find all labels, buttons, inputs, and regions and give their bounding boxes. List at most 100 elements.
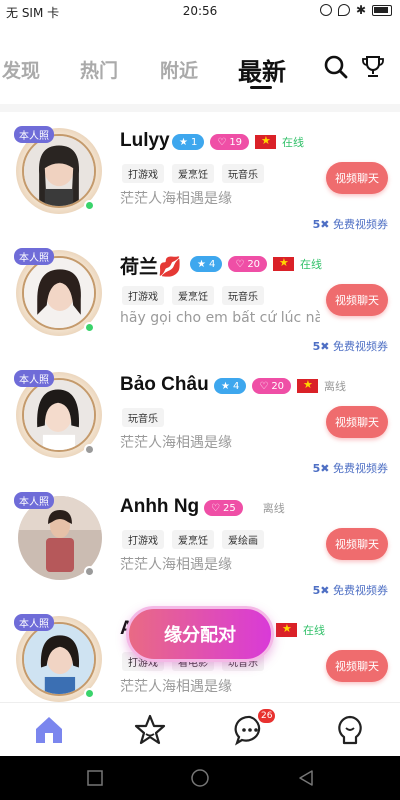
signature: 茫茫人海相遇是缘 xyxy=(120,679,232,695)
tab-popular[interactable]: 热门 xyxy=(80,56,118,83)
profile-icon[interactable] xyxy=(333,713,367,747)
signature: 茫茫人海相遇是缘 xyxy=(120,191,232,207)
video-chat-button[interactable]: 视频聊天 xyxy=(326,162,388,194)
online-indicator xyxy=(84,200,95,211)
unread-badge: 26 xyxy=(258,709,276,723)
tag: 爱烹饪 xyxy=(172,164,214,183)
avatar xyxy=(22,256,96,330)
voucher-count: 5 xyxy=(312,462,321,475)
star-icon[interactable] xyxy=(133,713,167,747)
avatar xyxy=(22,622,96,696)
level-value: 4 xyxy=(232,380,240,392)
divider xyxy=(0,104,400,112)
avatar xyxy=(22,378,96,452)
online-indicator xyxy=(84,688,95,699)
real-photo-badge: 本人照 xyxy=(14,614,54,631)
location-icon xyxy=(337,4,350,16)
vietnam-flag-icon xyxy=(273,256,295,271)
vietnam-flag-icon xyxy=(255,134,277,149)
tab-nearby[interactable]: 附近 xyxy=(160,56,198,83)
avatar-frame[interactable]: 本人照 xyxy=(14,244,104,340)
active-tab-indicator xyxy=(250,86,272,89)
offline-indicator xyxy=(84,566,95,577)
match-button[interactable]: 缘分配对 xyxy=(126,606,274,662)
tag: 爱烹饪 xyxy=(172,530,214,549)
video-chat-button[interactable]: 视频聊天 xyxy=(326,284,388,316)
user-badges: 在线 xyxy=(276,622,325,638)
tag: 打游戏 xyxy=(122,164,164,183)
interest-tags: 打游戏 爱烹饪 爱绘画 xyxy=(122,530,264,549)
video-chat-button[interactable]: 视频聊天 xyxy=(326,528,388,560)
online-status: 在线 xyxy=(303,624,325,637)
list-item[interactable]: 本人照 Bảo Châu ★ 4 ♡ 20 离线 玩音乐 茫茫人海相遇是缘 视频… xyxy=(0,356,400,478)
signature: 茫茫人海相遇是缘 xyxy=(120,557,232,573)
level-badge: ★ 4 xyxy=(190,256,223,272)
video-chat-button[interactable]: 视频聊天 xyxy=(326,406,388,438)
list-item[interactable]: 本人照 Lulyy ★ 1 ♡ 19 在线 打游戏 爱烹饪 玩音乐 茫茫人海相遇… xyxy=(0,112,400,234)
bottom-nav: 26 xyxy=(0,702,400,756)
vietnam-flag-icon xyxy=(276,622,297,637)
offline-status: 离线 xyxy=(262,502,285,515)
voucher-count: 5 xyxy=(312,584,321,597)
trophy-icon[interactable] xyxy=(360,54,386,80)
avatar-frame[interactable]: 本人照 xyxy=(14,366,104,462)
system-nav-bar xyxy=(0,756,400,800)
fans-badge: ♡ 25 xyxy=(204,500,243,516)
voucher-count: 5 xyxy=(312,340,321,353)
user-badges: ★ 4 ♡ 20 在线 xyxy=(190,256,322,272)
tab-discover[interactable]: 发现 xyxy=(2,56,40,83)
fans-value: 20 xyxy=(247,258,261,270)
tag: 玩音乐 xyxy=(122,408,164,427)
back-icon[interactable] xyxy=(296,768,316,788)
voucher-text: 免费视频券 xyxy=(333,218,388,231)
real-photo-badge: 本人照 xyxy=(14,126,54,143)
fans-value: 25 xyxy=(222,502,236,514)
list-item[interactable]: 本人照 Anhh Ng ♡ 25 离线 打游戏 爱烹饪 爱绘画 茫茫人海相遇是缘… xyxy=(0,478,400,600)
tab-newest[interactable]: 最新 xyxy=(238,52,286,87)
voucher-count: 5 xyxy=(312,218,321,231)
fans-badge: ♡ 19 xyxy=(210,134,250,150)
real-photo-badge: 本人照 xyxy=(14,370,54,387)
tag: 爱烹饪 xyxy=(172,286,214,305)
user-badges: ♡ 25 离线 xyxy=(204,500,285,516)
voucher-label[interactable]: 5✖ 免费视频券 xyxy=(313,338,388,354)
fans-value: 20 xyxy=(271,380,285,392)
alarm-icon xyxy=(319,4,332,16)
voucher-label[interactable]: 5✖ 免费视频券 xyxy=(313,460,388,476)
level-value: 1 xyxy=(190,136,198,148)
list-item[interactable]: 本人照 荷兰💋 ★ 4 ♡ 20 在线 打游戏 爱烹饪 玩音乐 hãy gọi … xyxy=(0,234,400,356)
avatar-frame[interactable]: 本人照 xyxy=(14,488,104,584)
home-icon[interactable] xyxy=(32,713,66,747)
voucher-label[interactable]: 5✖ 免费视频券 xyxy=(313,216,388,232)
voucher-label[interactable]: 5✖ 免费视频券 xyxy=(313,582,388,598)
avatar xyxy=(22,134,96,208)
level-badge: ★ 1 xyxy=(172,134,205,150)
avatar-frame[interactable]: 本人照 xyxy=(14,610,104,702)
level-value: 4 xyxy=(208,258,216,270)
status-icons: ✱ xyxy=(319,3,392,17)
online-status: 在线 xyxy=(300,258,323,271)
interest-tags: 打游戏 爱烹饪 玩音乐 xyxy=(122,286,264,305)
user-name: Lulyy xyxy=(120,130,170,151)
tag: 打游戏 xyxy=(122,530,164,549)
real-photo-badge: 本人照 xyxy=(14,248,54,265)
vietnam-flag-icon xyxy=(297,378,319,393)
tag: 玩音乐 xyxy=(222,286,264,305)
battery-icon xyxy=(372,4,392,16)
voucher-text: 免费视频券 xyxy=(333,340,388,353)
user-name: Bảo Châu xyxy=(120,374,209,395)
recent-apps-icon[interactable] xyxy=(85,768,105,788)
search-icon[interactable] xyxy=(323,54,349,80)
tag: 玩音乐 xyxy=(222,164,264,183)
video-chat-button[interactable]: 视频聊天 xyxy=(326,650,388,682)
bluetooth-icon: ✱ xyxy=(355,3,366,17)
offline-status: 离线 xyxy=(324,380,347,393)
interest-tags: 打游戏 爱烹饪 玩音乐 xyxy=(122,164,264,183)
fans-badge: ♡ 20 xyxy=(252,378,292,394)
signature: 茫茫人海相遇是缘 xyxy=(120,435,232,451)
home-button-icon[interactable] xyxy=(190,768,210,788)
avatar-frame[interactable]: 本人照 xyxy=(14,122,104,218)
online-status: 在线 xyxy=(282,136,305,149)
user-name: 荷兰💋 xyxy=(120,257,182,278)
online-indicator xyxy=(84,322,95,333)
